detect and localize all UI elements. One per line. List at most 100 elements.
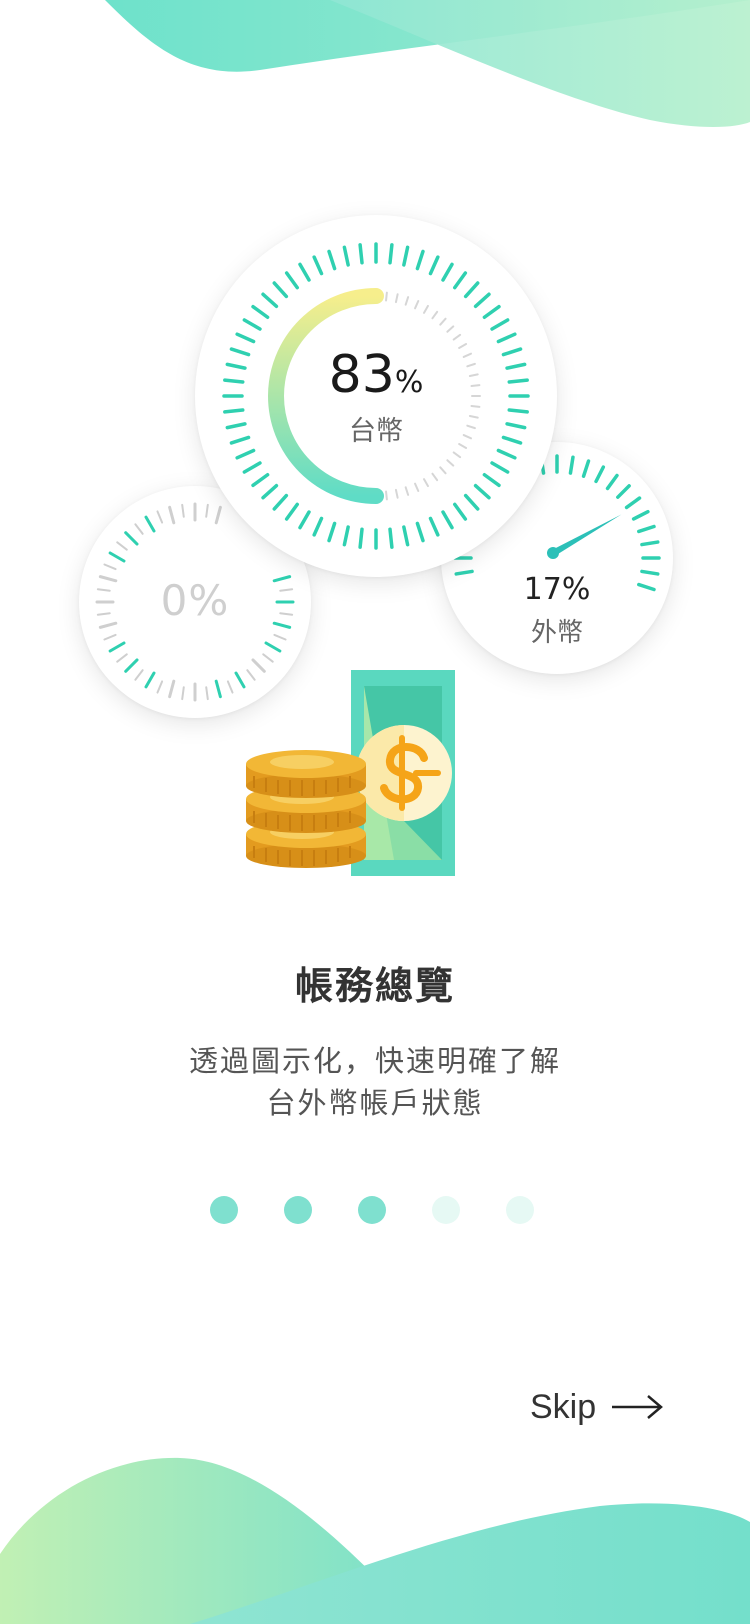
foreign-label: 外幣 bbox=[530, 618, 583, 648]
dial-tick bbox=[251, 304, 270, 319]
dial-tick bbox=[226, 680, 234, 694]
dial-tick bbox=[205, 686, 209, 701]
dial-tick bbox=[473, 292, 491, 309]
page-dot[interactable] bbox=[284, 1196, 312, 1224]
page-dot[interactable] bbox=[358, 1196, 386, 1224]
dial-tick bbox=[181, 686, 185, 701]
dial-tick bbox=[156, 680, 164, 694]
dial-tick bbox=[327, 249, 337, 271]
dial-tick bbox=[637, 524, 656, 534]
dial-tick bbox=[594, 465, 606, 484]
dial-tick bbox=[482, 304, 501, 319]
dial-tick bbox=[124, 531, 139, 546]
dial-tick bbox=[156, 510, 164, 524]
decor-wave-bottom bbox=[0, 1457, 750, 1624]
dial-tick bbox=[103, 563, 117, 571]
dial-tick bbox=[235, 332, 256, 344]
dial-inner-tick bbox=[404, 486, 410, 496]
dial-tick bbox=[402, 245, 410, 267]
dial-tick bbox=[441, 262, 454, 282]
description-line-1: 透過圖示化，快速明確了解 bbox=[188, 1044, 561, 1078]
dial-inner-tick bbox=[414, 482, 420, 493]
skip-button[interactable]: Skip bbox=[530, 1385, 664, 1429]
dial-tick bbox=[402, 525, 410, 547]
dial-tick bbox=[116, 653, 128, 663]
decor-wave-top bbox=[105, 0, 750, 127]
domestic-percent-text: 83% bbox=[195, 345, 557, 405]
dial-tick bbox=[631, 509, 650, 521]
dial-tick bbox=[388, 243, 394, 265]
domestic-percent-unit: % bbox=[394, 365, 424, 400]
dial-tick bbox=[124, 658, 139, 673]
dial-tick bbox=[453, 502, 468, 521]
dial-inner-tick bbox=[394, 488, 399, 499]
dial-tick bbox=[134, 523, 144, 535]
dial-tick bbox=[168, 505, 176, 525]
dial-inner-tick bbox=[439, 466, 447, 475]
dial-tick bbox=[144, 671, 156, 689]
dial-inner-tick bbox=[452, 451, 462, 459]
dial-tick bbox=[214, 679, 222, 699]
dial-tick bbox=[496, 332, 517, 344]
domestic-label: 台幣 bbox=[349, 416, 403, 447]
dial-inner-tick bbox=[446, 325, 455, 333]
dollar-sign-icon bbox=[356, 725, 452, 821]
dial-tick bbox=[496, 448, 517, 460]
dial-inner-tick bbox=[385, 291, 388, 302]
page-dot[interactable] bbox=[432, 1196, 460, 1224]
dial-tick bbox=[168, 679, 176, 699]
dial-tick bbox=[242, 318, 262, 331]
dial-tick bbox=[144, 515, 156, 533]
dial-inner-tick bbox=[404, 296, 410, 306]
dial-tick bbox=[134, 669, 144, 681]
page-dot[interactable] bbox=[506, 1196, 534, 1224]
dial-tick bbox=[616, 484, 631, 499]
dial-inner-tick bbox=[446, 459, 455, 467]
dial-tick bbox=[342, 245, 350, 267]
dial-inner-tick bbox=[452, 333, 462, 341]
dial-tick bbox=[234, 671, 246, 689]
dial-tick bbox=[568, 455, 575, 475]
dial-tick bbox=[272, 281, 289, 299]
page-indicator bbox=[210, 1196, 534, 1224]
dial-tick bbox=[441, 510, 454, 530]
description-line-2: 台外幣帳戶狀態 bbox=[266, 1086, 484, 1120]
dial-inner-tick bbox=[385, 490, 388, 501]
page-dot[interactable] bbox=[210, 1196, 238, 1224]
dial-tick bbox=[261, 292, 279, 309]
dial-inner-tick bbox=[470, 405, 481, 408]
dial-tick bbox=[264, 641, 282, 653]
dial-tick bbox=[358, 243, 364, 265]
dial-tick bbox=[272, 493, 289, 511]
foreign-percent: 17% bbox=[523, 572, 591, 607]
dial-tick bbox=[108, 641, 126, 653]
dial-tick bbox=[640, 540, 660, 547]
dial-tick bbox=[490, 318, 510, 331]
dial-inner-tick bbox=[414, 299, 420, 310]
dial-tick bbox=[415, 521, 425, 543]
dial-tick bbox=[116, 541, 128, 551]
dial-tick bbox=[251, 473, 270, 488]
dial-tick bbox=[312, 516, 324, 537]
dial-tick bbox=[273, 633, 287, 641]
foreign-needle bbox=[548, 514, 622, 554]
dial-inner-tick bbox=[423, 478, 429, 488]
dial-tick bbox=[284, 271, 299, 290]
dial-tick bbox=[388, 527, 394, 549]
dial-tick bbox=[358, 527, 364, 549]
arrow-right-icon bbox=[612, 1395, 664, 1419]
dial-tick bbox=[624, 496, 642, 510]
page-title: 帳務總覽 bbox=[294, 964, 455, 1008]
dial-tick bbox=[482, 473, 501, 488]
dial-domestic-currency: 83% 台幣 bbox=[195, 215, 557, 577]
dial-tick bbox=[490, 461, 510, 474]
dial-tick bbox=[415, 249, 425, 271]
dial-tick bbox=[581, 459, 591, 478]
dial-inner-tick bbox=[431, 310, 439, 320]
coins-icon bbox=[246, 750, 366, 868]
page-description: 透過圖示化，快速明確了解 台外幣帳戶狀態 bbox=[0, 1040, 750, 1124]
dial-inner-tick bbox=[439, 317, 447, 326]
dial-tick bbox=[453, 271, 468, 290]
dial-tick bbox=[312, 255, 324, 276]
dial-tick bbox=[261, 483, 279, 500]
